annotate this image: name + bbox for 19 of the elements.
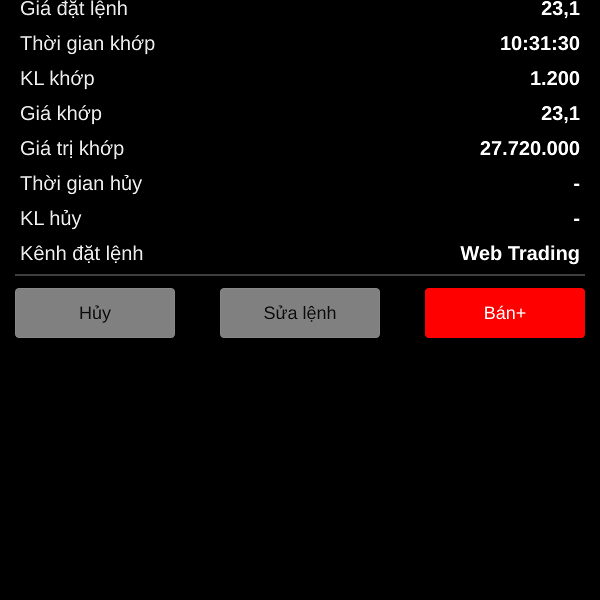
field-value: Web Trading <box>460 243 580 266</box>
field-value: 1.200 <box>530 68 580 91</box>
field-label: Thời gian hủy <box>20 173 142 196</box>
field-label: Giá khớp <box>20 103 102 126</box>
field-value: - <box>573 173 580 196</box>
field-label: Giá đặt lệnh <box>20 0 128 21</box>
field-label: KL hủy <box>20 208 82 231</box>
field-value: 27.720.000 <box>480 138 580 161</box>
field-label: KL khớp <box>20 68 95 91</box>
field-value: 23,1 <box>541 0 580 21</box>
field-value: 10:31:30 <box>500 33 580 56</box>
field-label: Kênh đặt lệnh <box>20 243 144 266</box>
action-button[interactable]: Sửa lệnh <box>220 288 380 338</box>
field-label: Thời gian khớp <box>20 33 156 56</box>
field-label: Giá trị khớp <box>20 138 124 161</box>
sell-button[interactable]: Bán+ <box>425 288 585 338</box>
field-value: 23,1 <box>541 103 580 126</box>
field-value: - <box>573 208 580 231</box>
action-button[interactable]: Hủy <box>15 288 175 338</box>
